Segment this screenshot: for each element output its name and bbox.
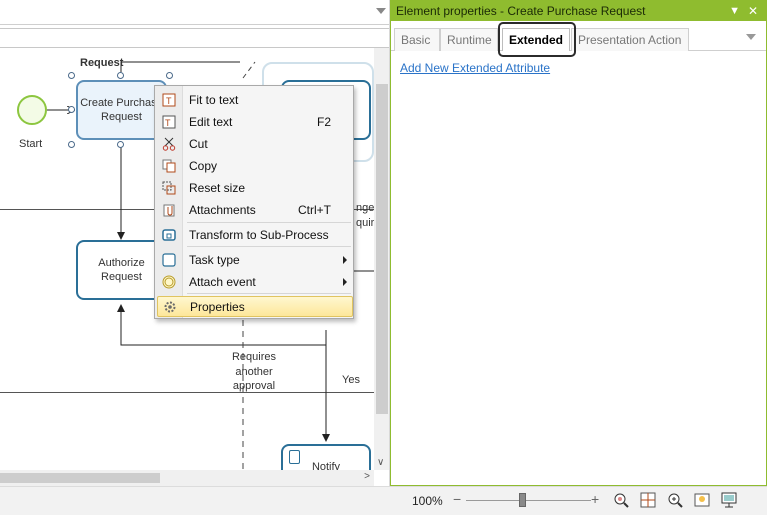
menu-item-properties[interactable]: Properties (157, 296, 353, 317)
flow-label-partial: quir (356, 217, 375, 229)
resize-handle[interactable] (68, 141, 75, 148)
menu-separator (187, 246, 351, 247)
resize-handle[interactable] (117, 141, 124, 148)
menu-item-cut[interactable]: Cut (157, 133, 353, 154)
tab-basic[interactable]: Basic (394, 28, 440, 51)
chevron-down-icon[interactable] (746, 34, 756, 40)
status-bar-left (0, 487, 390, 515)
script-icon (289, 450, 300, 464)
paperclip-icon (157, 199, 181, 220)
submenu-arrow-icon (343, 256, 347, 264)
resize-handle[interactable] (68, 106, 75, 113)
zoom-slider[interactable] (466, 500, 591, 501)
element-properties-panel: Element properties - Create Purchase Req… (390, 0, 767, 486)
close-icon[interactable]: ✕ (748, 1, 758, 21)
tab-runtime[interactable]: Runtime (440, 28, 498, 51)
pool-label: Request (80, 57, 124, 69)
menu-item-transform-sub-process[interactable]: Transform to Sub-Process (157, 224, 353, 245)
menu-separator (187, 293, 351, 294)
chevron-down-icon[interactable] (376, 8, 386, 14)
horizontal-scrollbar[interactable]: > (0, 470, 374, 486)
zoom-out-button[interactable]: − (453, 491, 461, 507)
start-event[interactable] (17, 95, 47, 125)
menu-item-edit-text[interactable]: T Edit text F2 (157, 111, 353, 132)
menu-item-attachments[interactable]: Attachments Ctrl+T (157, 199, 353, 220)
flow-label-requires: Requires another approval (231, 351, 277, 392)
add-extended-attribute-link[interactable]: Add New Extended Attribute (400, 61, 550, 75)
scissors-icon (157, 133, 181, 154)
resize-handle[interactable] (166, 72, 173, 79)
panel-title: Element properties - Create Purchase Req… (396, 4, 646, 18)
scrollbar-thumb[interactable] (376, 84, 388, 414)
status-bar: 100% − + (0, 486, 767, 515)
panel-title-bar: Element properties - Create Purchase Req… (391, 1, 766, 21)
resize-handle[interactable] (117, 72, 124, 79)
task-label: Authorize Request (98, 257, 145, 283)
reset-size-icon (157, 177, 181, 198)
menu-item-task-type[interactable]: Task type (157, 249, 353, 270)
scrollbar-thumb[interactable] (0, 473, 160, 483)
tab-presentation-action[interactable]: Presentation Action (571, 28, 689, 51)
menu-item-copy[interactable]: Copy (157, 155, 353, 176)
task-type-icon (157, 249, 181, 270)
menu-separator (187, 222, 351, 223)
resize-handle[interactable] (68, 72, 75, 79)
zoom-fit-icon[interactable] (613, 492, 629, 508)
copy-icon (157, 155, 181, 176)
svg-text:T: T (166, 96, 172, 106)
tab-strip: Basic Runtime Extended Presentation Acti… (391, 21, 766, 57)
gear-icon (158, 296, 182, 317)
page-view-icon[interactable] (694, 492, 710, 508)
presentation-icon[interactable] (721, 492, 737, 508)
flow-label-yes: Yes (342, 374, 360, 386)
pin-icon[interactable]: ▼ (729, 1, 740, 21)
zoom-level: 100% (412, 494, 443, 508)
grid-icon[interactable] (640, 492, 656, 508)
edit-text-icon: T (157, 111, 181, 132)
menu-item-attach-event[interactable]: Attach event (157, 271, 353, 292)
svg-text:T: T (165, 118, 171, 128)
context-menu: T Fit to text T Edit text F2 Cut Copy Re… (154, 85, 354, 319)
zoom-in-button[interactable]: + (591, 491, 599, 507)
flow-label-partial: nge (356, 202, 375, 214)
task-label: Create Purchase Request (80, 97, 163, 123)
chevron-right-icon[interactable]: > (364, 471, 370, 482)
zoom-slider-thumb[interactable] (519, 493, 526, 507)
submenu-arrow-icon (343, 278, 347, 286)
fit-to-text-icon: T (157, 89, 181, 110)
chevron-down-icon[interactable]: ∨ (377, 457, 384, 468)
menu-item-reset-size[interactable]: Reset size (157, 177, 353, 198)
attach-event-icon (157, 271, 181, 292)
zoom-in-icon[interactable] (667, 492, 683, 508)
subprocess-icon (157, 224, 181, 245)
start-label: Start (19, 138, 43, 150)
vertical-scrollbar[interactable]: ∨ (374, 48, 389, 470)
menu-item-fit-to-text[interactable]: T Fit to text (157, 89, 353, 110)
tab-focus-outline (498, 22, 576, 57)
